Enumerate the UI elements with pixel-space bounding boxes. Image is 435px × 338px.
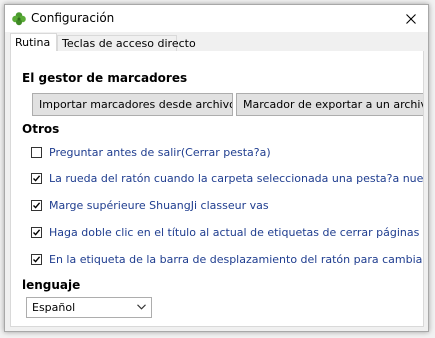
confirm-exit-checkbox[interactable] [31,147,42,158]
clover-icon [11,11,27,27]
chevron-down-icon [137,304,146,310]
option-label: La rueda del ratón cuando la carpeta sel… [49,172,424,185]
settings-dialog: Configuración Rutina Teclas de acceso di… [4,4,429,332]
tab-shortcuts[interactable]: Teclas de acceso directo [57,35,196,52]
option-label: Haga doble clic en el título al actual d… [49,226,423,239]
export-bookmarks-button[interactable]: Marcador de exportar a un archivo html..… [236,93,423,116]
import-bookmarks-button[interactable]: Importar marcadores desde archivo html..… [32,93,233,116]
others-heading: Otros [22,122,60,136]
scroll-switch-tabs-checkbox[interactable] [31,254,42,265]
option-label: Preguntar antes de salir(Cerrar pesta?a) [49,146,271,159]
bookmarks-heading: El gestor de marcadores [22,71,188,85]
window-title: Configuración [31,11,115,25]
checkmark-icon [33,256,41,263]
close-button[interactable] [394,5,428,32]
title-bar: Configuración [5,5,428,32]
option-label: Marge supérieure ShuangJi classeur vas [49,199,269,212]
wheel-new-tab-checkbox[interactable] [31,173,42,184]
language-select[interactable]: Español [26,297,152,318]
close-icon [406,13,416,24]
language-heading: lenguaje [22,278,81,292]
language-value: Español [32,301,76,314]
checkmark-icon [33,202,41,209]
checkmark-icon [33,229,41,236]
tab-routine[interactable]: Rutina [10,33,57,52]
routine-panel: El gestor de marcadores Importar marcado… [10,51,424,327]
option-label: En la etiqueta de la barra de desplazami… [49,253,424,266]
top-margin-checkbox[interactable] [31,200,42,211]
checkmark-icon [33,175,41,182]
tab-bar: Rutina Teclas de acceso directo [10,33,424,52]
double-click-close-checkbox[interactable] [31,227,42,238]
